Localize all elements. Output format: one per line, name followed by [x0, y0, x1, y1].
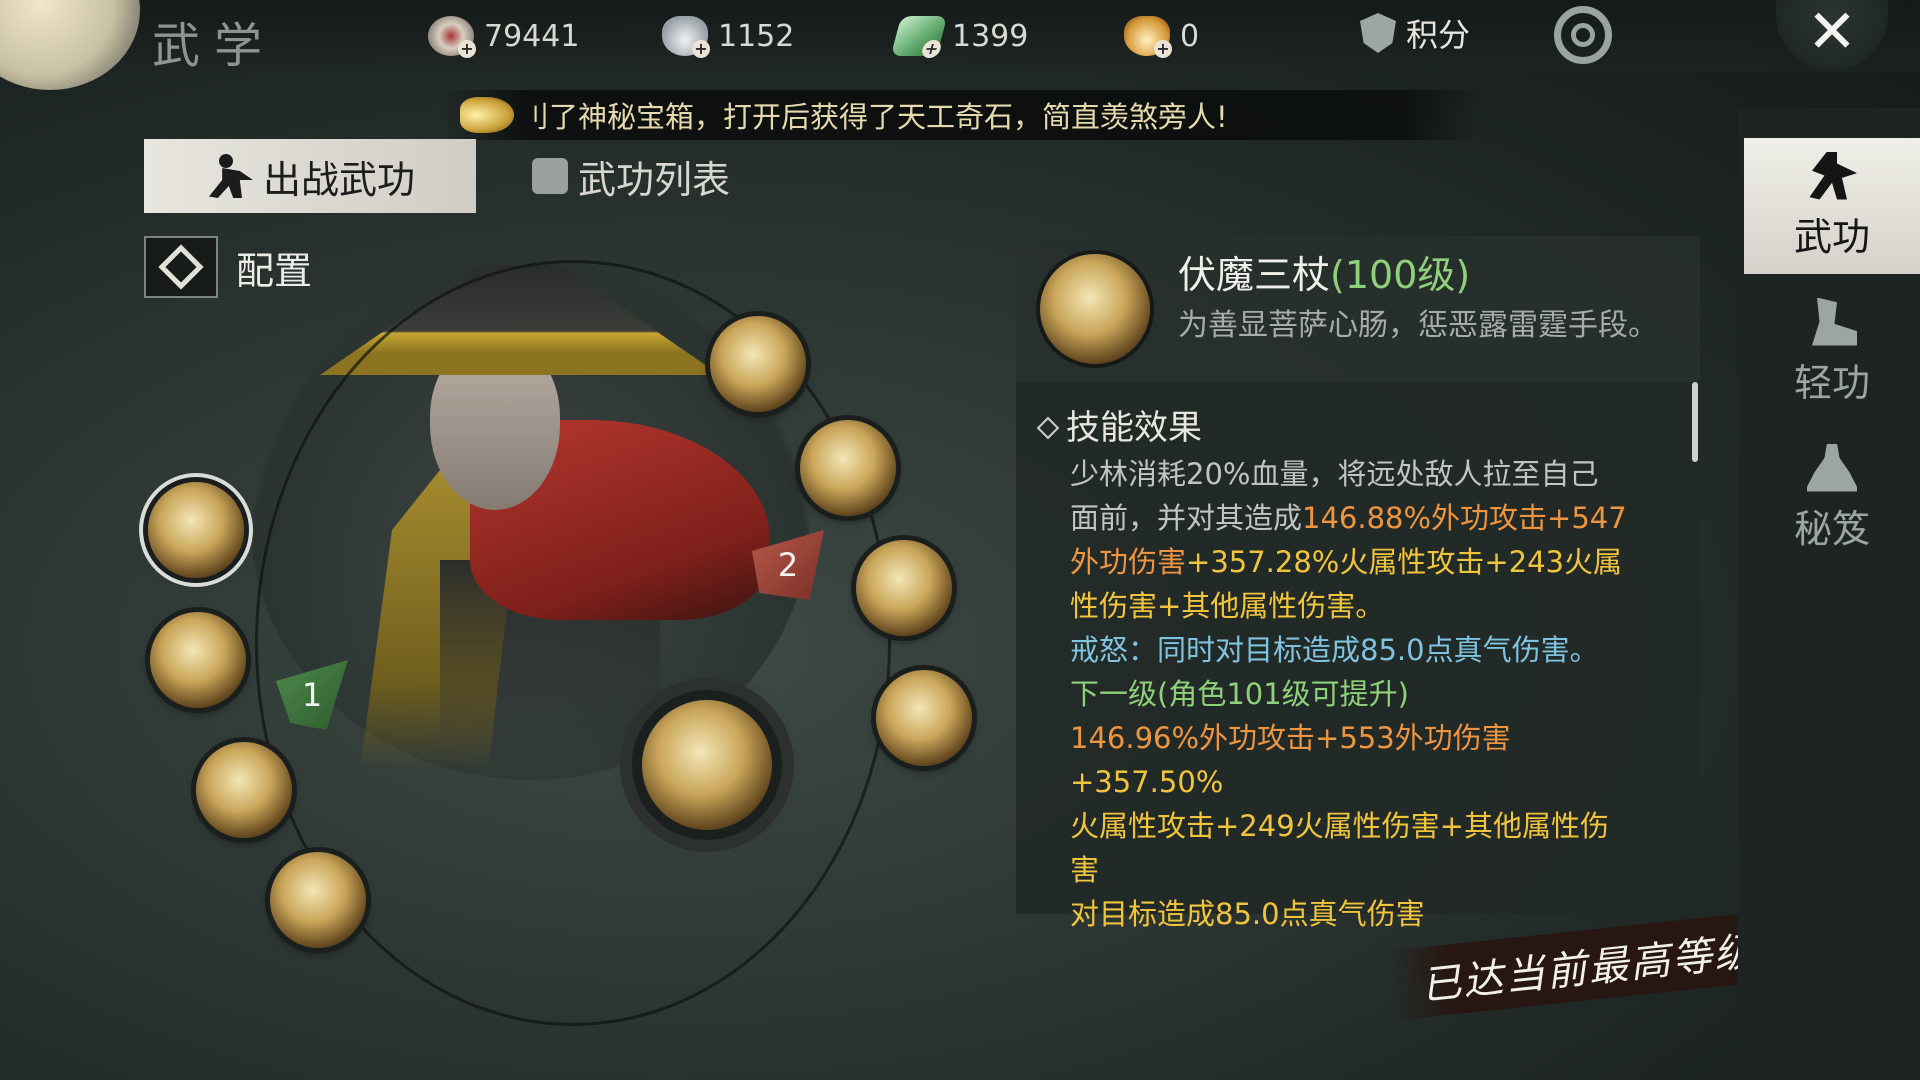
scroll-icon — [532, 158, 568, 194]
skill-name: 伏魔三杖 — [1178, 253, 1331, 297]
horn-icon — [460, 97, 514, 133]
ultimate-skill-slot[interactable] — [642, 700, 772, 830]
currency-coin[interactable]: + 79441 — [428, 14, 579, 58]
moon-decoration — [0, 0, 140, 90]
shield-icon — [1360, 13, 1396, 53]
skill-slot[interactable] — [270, 852, 366, 948]
currency-silver[interactable]: + 1152 — [662, 14, 794, 58]
effect-line: 下一级(角色101级可提升) — [1070, 677, 1409, 711]
score-label: 积分 — [1406, 16, 1471, 54]
skill-slot[interactable] — [196, 742, 292, 838]
sidebar-item-martial-arts[interactable]: 武功 — [1744, 138, 1920, 274]
announcement-text: 刂了神秘宝箱，打开后获得了天工奇石，简直羡煞旁人! — [520, 100, 1228, 134]
jade-icon: + — [890, 16, 948, 58]
skill-name-line: 伏魔三杖(100级) — [1178, 244, 1470, 299]
currency-value: 1152 — [718, 18, 795, 54]
effect-text: 面前，并对其造成 — [1070, 501, 1303, 535]
currency-value: 0 — [1180, 18, 1200, 54]
effect-text: 146.96%外功攻击+553外功伤害 — [1070, 721, 1511, 755]
fighter-icon — [205, 150, 257, 202]
effect-line: 外功伤害+357.28%火属性攻击+243火属 — [1040, 540, 1660, 584]
tab-label: 武功列表 — [578, 157, 731, 202]
currency-value: 1399 — [952, 18, 1029, 54]
effect-line: 害 — [1070, 853, 1100, 887]
loadout-number: 1 — [301, 676, 323, 714]
skill-level: (100级) — [1330, 253, 1471, 297]
config-button[interactable]: 配置 — [144, 236, 312, 298]
swirl-icon[interactable] — [1554, 6, 1612, 64]
sidebar-item-label: 武功 — [1793, 214, 1870, 259]
config-icon — [144, 236, 218, 298]
effect-line: 火属性攻击+249火属性伤害+其他属性伤 — [1070, 809, 1609, 843]
sidebar-item-label: 轻功 — [1793, 360, 1870, 405]
effect-text: 146.88%外功攻击+547 — [1302, 501, 1627, 535]
effects-heading-text: 技能效果 — [1066, 408, 1202, 448]
sidebar-item-secret-manual[interactable]: 秘笈 — [1744, 430, 1920, 566]
tab-skill-list[interactable]: 武功列表 — [532, 139, 792, 213]
skill-slot[interactable] — [710, 316, 806, 412]
skill-motto: 为善显菩萨心肠，惩恶露雷霆手段。 — [1178, 308, 1658, 343]
effect-line: 少林消耗20%血量，将远处敌人拉至自己 — [1070, 457, 1599, 491]
page-title: 武学 — [152, 18, 277, 74]
skill-detail-header: 伏魔三杖(100级) 为善显菩萨心肠，惩恶露雷霆手段。 — [1016, 236, 1700, 382]
diamond-icon — [1036, 416, 1060, 440]
skill-effects: 技能效果 少林消耗20%血量，将远处敌人拉至自己 面前，并对其造成146.88%… — [1036, 406, 1660, 936]
effect-text: +357.28%火属性攻击+243火属 — [1186, 545, 1622, 579]
boot-icon — [1812, 297, 1857, 346]
scrollbar[interactable] — [1692, 382, 1698, 462]
score-button[interactable]: 积分 — [1360, 10, 1470, 56]
right-sidebar: 武功 轻功 秘笈 — [1738, 108, 1920, 1080]
skill-detail-body[interactable]: 技能效果 少林消耗20%血量，将远处敌人拉至自己 面前，并对其造成146.88%… — [1016, 382, 1700, 931]
sidebar-item-qinggong[interactable]: 轻功 — [1744, 284, 1920, 420]
skill-slot-selected[interactable] — [148, 482, 244, 578]
effect-line: 面前，并对其造成146.88%外功攻击+547 — [1040, 496, 1660, 540]
silver-ingot-icon: + — [662, 16, 710, 58]
effect-line: 146.96%外功攻击+553外功伤害 +357.50% — [1040, 716, 1660, 804]
coin-icon: + — [428, 16, 476, 58]
skill-slot[interactable] — [856, 540, 952, 636]
skill-slot[interactable] — [150, 612, 246, 708]
effect-text: 外功伤害 — [1070, 545, 1187, 579]
fighter-icon — [1809, 151, 1857, 200]
effect-line: 对目标造成85.0点真气伤害 — [1070, 897, 1425, 931]
announcement-banner: 刂了神秘宝箱，打开后获得了天工奇石，简直羡煞旁人! — [440, 90, 1480, 140]
currency-gold[interactable]: + 0 — [1124, 14, 1199, 58]
gold-ingot-icon: + — [1124, 16, 1172, 58]
skill-slot[interactable] — [800, 420, 896, 516]
loadout-number: 2 — [777, 546, 799, 584]
currency-jade[interactable]: + 1399 — [890, 14, 1029, 58]
skill-slot[interactable] — [876, 670, 972, 766]
sidebar-item-label: 秘笈 — [1793, 506, 1870, 551]
currency-value: 79441 — [484, 18, 580, 54]
effect-line: 性伤害+其他属性伤害。 — [1070, 589, 1385, 623]
close-icon: ✕ — [1806, 0, 1858, 67]
config-label: 配置 — [236, 248, 313, 293]
tab-active-skills[interactable]: 出战武功 — [144, 139, 476, 213]
meditate-icon — [1807, 443, 1857, 492]
tab-label: 出战武功 — [262, 157, 415, 202]
skill-icon — [1040, 254, 1150, 364]
effect-line: 戒怒：同时对目标造成85.0点真气伤害。 — [1070, 633, 1599, 667]
effects-heading: 技能效果 — [1036, 406, 1660, 450]
effect-text: +357.50% — [1070, 765, 1224, 799]
